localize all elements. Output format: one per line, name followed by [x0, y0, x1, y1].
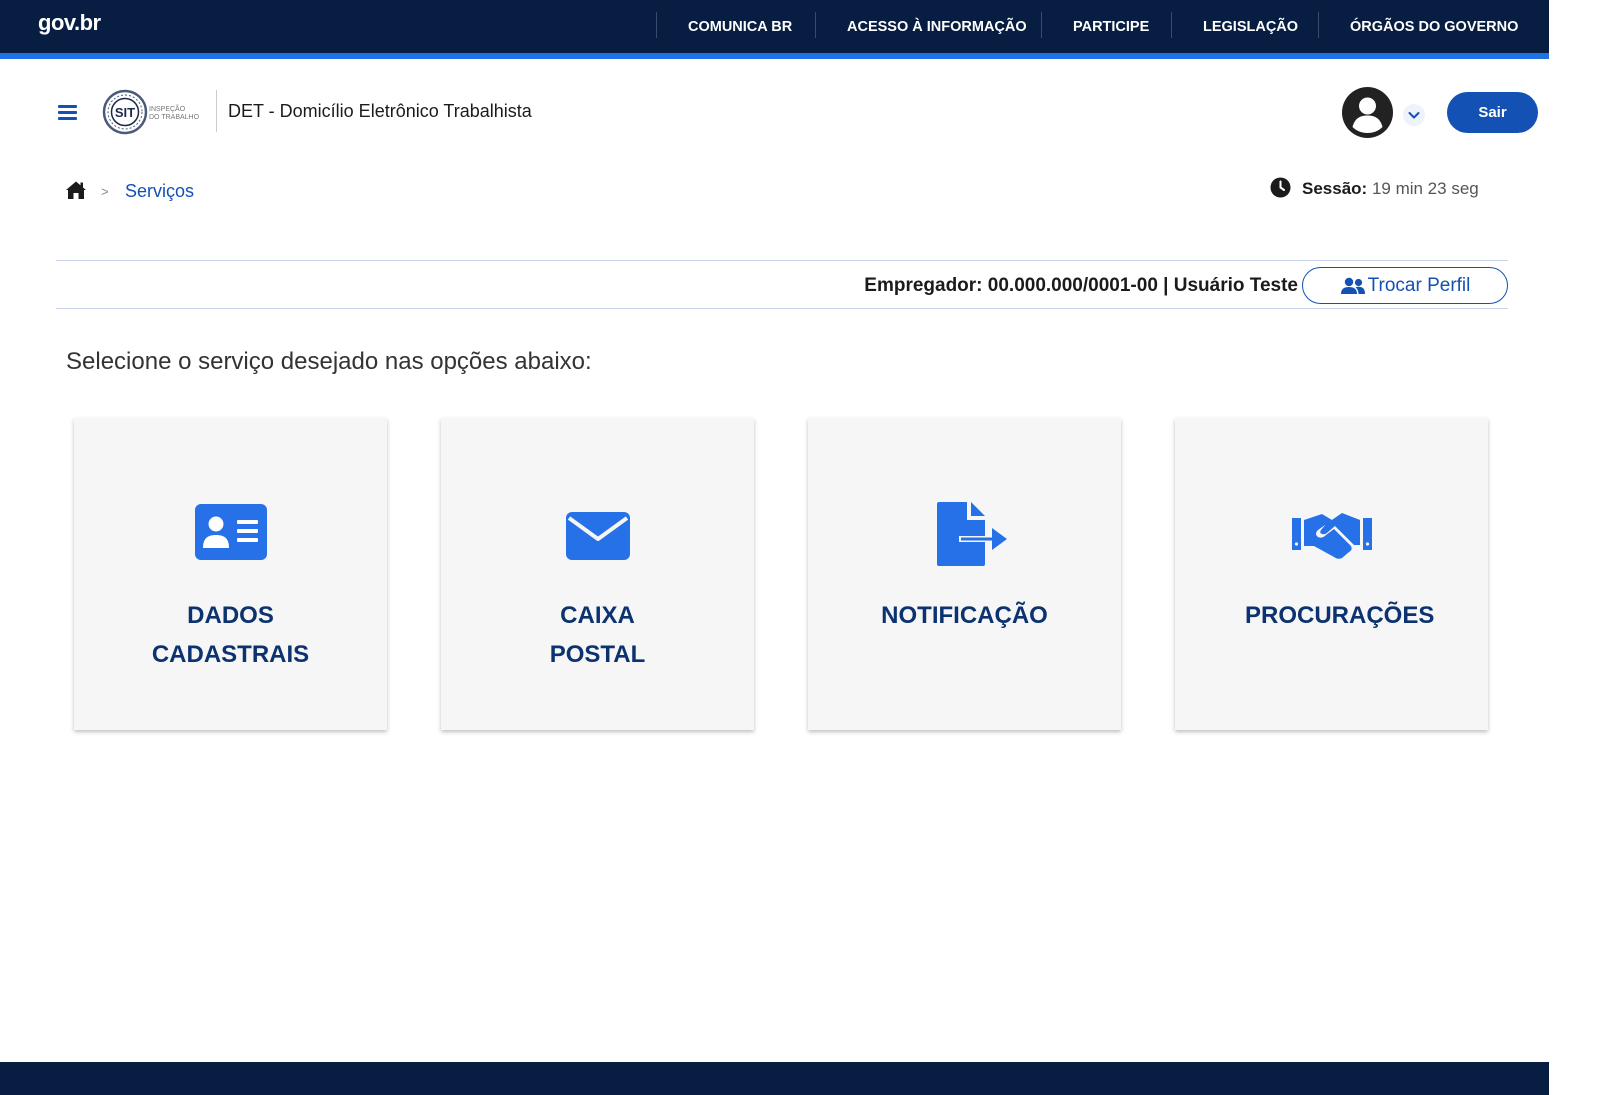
nav-divider	[1041, 12, 1042, 38]
profile-bar-top-rule	[56, 260, 1508, 261]
envelope-icon	[565, 512, 630, 565]
service-card-label: PROCURAÇÕES	[1245, 602, 1435, 629]
service-card-dados-cadastrais[interactable]: DADOS CADASTRAIS	[74, 418, 387, 730]
nav-divider	[1171, 12, 1172, 38]
home-icon[interactable]	[65, 180, 87, 200]
nav-link-comunica-br[interactable]: COMUNICA BR	[688, 19, 792, 35]
session-remaining: 19 min 23 seg	[1371, 179, 1479, 198]
nav-link-participe[interactable]: PARTICIPE	[1073, 19, 1149, 35]
service-selection-prompt: Selecione o serviço desejado nas opções …	[66, 348, 592, 375]
service-card-caixa-postal[interactable]: CAIXA POSTAL	[441, 418, 754, 730]
id-card-icon	[194, 504, 267, 565]
nav-link-legislacao[interactable]: LEGISLAÇÃO	[1203, 19, 1298, 35]
service-card-label: NOTIFICAÇÃO	[881, 602, 1048, 629]
switch-profile-button[interactable]: Trocar Perfil	[1302, 267, 1508, 304]
sit-logo-text-1: INSPEÇÃO	[149, 104, 186, 113]
service-card-label: CAIXA POSTAL	[549, 602, 646, 668]
gov-top-bar: gov.br COMUNICA BR ACESSO À INFORMAÇÃO P…	[0, 0, 1549, 54]
footer-bar	[0, 1062, 1549, 1095]
breadcrumb-separator: >	[101, 184, 109, 199]
chevron-down-icon[interactable]	[1403, 104, 1425, 126]
logout-button[interactable]: Sair	[1447, 92, 1538, 133]
session-label: Sessão:	[1302, 179, 1368, 198]
header-divider	[216, 90, 217, 132]
gov-nav: COMUNICA BR ACESSO À INFORMAÇÃO PARTICIP…	[0, 0, 1549, 54]
breadcrumb-current[interactable]: Serviços	[125, 181, 194, 202]
user-avatar-icon[interactable]	[1342, 87, 1393, 138]
file-export-icon	[936, 502, 1009, 571]
service-card-notificacao[interactable]: NOTIFICAÇÃO	[808, 418, 1121, 730]
switch-profile-label: Trocar Perfil	[1367, 274, 1471, 296]
service-card-label: DADOS CADASTRAIS	[151, 602, 310, 668]
gov-bar-accent-stripe	[0, 53, 1549, 59]
hamburger-menu-icon[interactable]	[58, 105, 77, 121]
nav-link-acesso-informacao[interactable]: ACESSO À INFORMAÇÃO	[847, 19, 1027, 35]
session-timer: Sessão: 19 min 23 seg	[1302, 179, 1479, 199]
sit-logo-acronym: SIT	[115, 105, 135, 120]
users-icon	[1340, 277, 1365, 294]
service-card-procuracoes[interactable]: PROCURAÇÕES	[1175, 418, 1488, 730]
nav-divider	[1318, 12, 1319, 38]
app-title: DET - Domicílio Eletrônico Trabalhista	[228, 101, 532, 121]
nav-link-orgaos-governo[interactable]: ÓRGÃOS DO GOVERNO	[1350, 19, 1518, 35]
profile-bar-bottom-rule	[56, 308, 1508, 309]
nav-divider	[656, 12, 657, 38]
sit-logo[interactable]: SIT INSPEÇÃO DO TRABALHO	[102, 88, 208, 136]
employer-info: Empregador: 00.000.000/0001-00 | Usuário…	[864, 275, 1298, 296]
nav-divider	[815, 12, 816, 38]
clock-icon	[1270, 177, 1291, 198]
sit-logo-text-2: DO TRABALHO	[149, 114, 200, 121]
handshake-icon	[1291, 510, 1372, 565]
